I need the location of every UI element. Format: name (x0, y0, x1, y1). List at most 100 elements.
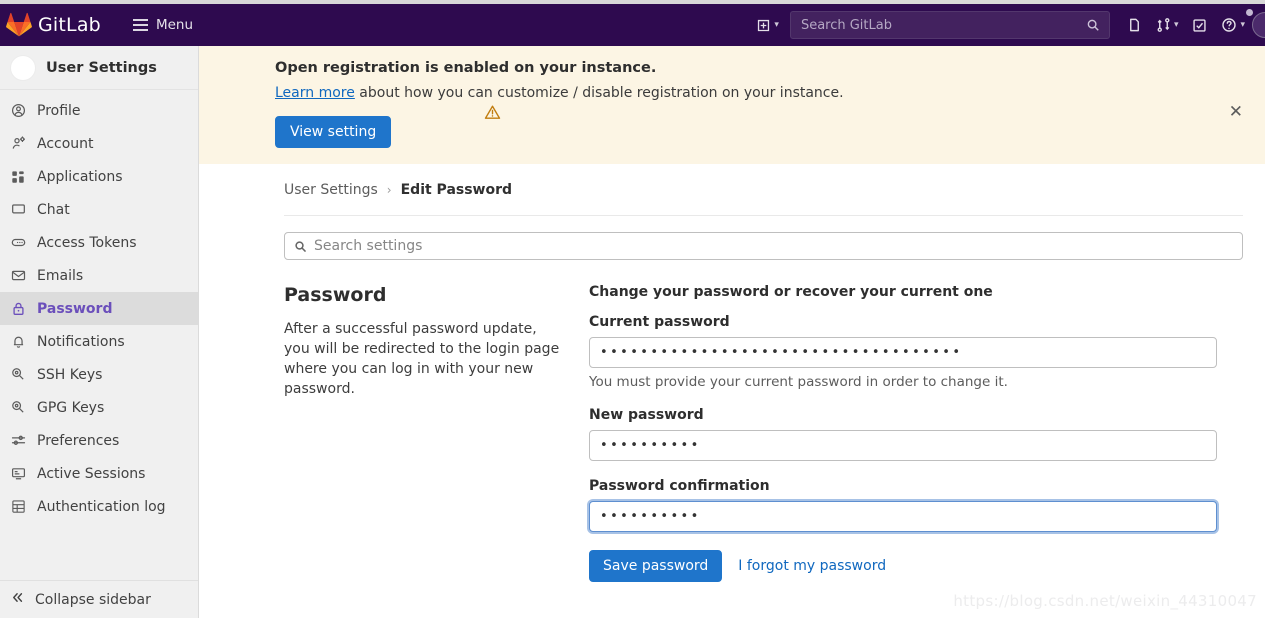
password-confirmation-label: Password confirmation (589, 478, 770, 494)
global-search-box[interactable] (789, 11, 1110, 39)
sidebar-item-access-tokens[interactable]: Access Tokens (0, 226, 198, 259)
sidebar-avatar (10, 54, 36, 81)
alert-title: Open registration is enabled on your ins… (275, 60, 657, 76)
account-gear-icon (10, 136, 26, 152)
breadcrumb-separator-icon: › (386, 183, 392, 197)
collapse-sidebar-label: Collapse sidebar (35, 591, 151, 608)
password-confirmation-input[interactable]: •••••••••• (589, 501, 1217, 532)
close-icon[interactable]: ✕ (1229, 104, 1243, 121)
sidebar-item-label: Active Sessions (37, 465, 146, 482)
bell-icon (10, 334, 26, 350)
sidebar-item-chat[interactable]: Chat (0, 193, 198, 226)
sidebar-item-label: Password (37, 300, 113, 317)
password-settings-section: Password After a successful password upd… (284, 284, 1243, 582)
chevron-down-icon: ▾ (1173, 19, 1179, 30)
merge-requests-button[interactable]: ▾ (1149, 10, 1186, 40)
settings-search-box[interactable] (284, 232, 1243, 260)
chevron-double-left-icon (10, 590, 25, 609)
sidebar-item-active-sessions[interactable]: Active Sessions (0, 457, 198, 490)
token-icon (10, 235, 26, 251)
sidebar-item-label: Authentication log (37, 498, 166, 515)
sidebar-title: User Settings (46, 59, 157, 76)
chevron-down-icon: ▾ (1240, 19, 1245, 30)
sidebar-item-emails[interactable]: Emails (0, 259, 198, 292)
forgot-password-link[interactable]: I forgot my password (738, 558, 886, 574)
new-password-field-block: New password •••••••••• (589, 407, 1219, 461)
section-description: After a successful password update, you … (284, 321, 560, 398)
help-button[interactable]: ▾ (1214, 9, 1253, 40)
sidebar-item-label: SSH Keys (37, 366, 103, 383)
open-registration-alert: Open registration is enabled on your ins… (199, 46, 1265, 164)
search-icon (294, 240, 307, 253)
sidebar-item-label: Chat (37, 201, 70, 218)
current-password-input[interactable]: •••••••••••••••••••••••••••••••••••• (589, 337, 1217, 368)
section-description-panel: Password After a successful password upd… (284, 284, 589, 582)
collapse-sidebar-button[interactable]: Collapse sidebar (0, 580, 198, 618)
sidebar-item-ssh-keys[interactable]: SSH Keys (0, 358, 198, 391)
global-search-input[interactable] (790, 17, 1086, 33)
profile-icon (10, 103, 26, 119)
sidebar-header: User Settings (0, 46, 198, 90)
settings-search-input[interactable] (314, 238, 1233, 254)
sidebar-item-notifications[interactable]: Notifications (0, 325, 198, 358)
hamburger-icon (132, 19, 148, 31)
gitlab-page: GitLab Menu ▾ Search GitLab ▾ ▾ User Set… (0, 0, 1265, 618)
breadcrumb-current: Edit Password (400, 182, 513, 198)
navbar-right: ▾ ▾ (749, 4, 1265, 46)
navbar-left: GitLab Menu (0, 12, 199, 38)
password-confirmation-field-block: Password confirmation •••••••••• (589, 478, 1219, 532)
main-menu-button[interactable]: Menu (127, 12, 199, 38)
key-icon (10, 400, 26, 416)
form-lead-text: Change your password or recover your cur… (589, 284, 993, 300)
form-actions: Save password I forgot my password (589, 550, 1219, 582)
gitlab-wordmark[interactable]: GitLab (38, 14, 101, 36)
envelope-icon (10, 268, 26, 284)
breadcrumb: User Settings › Edit Password (284, 182, 1243, 216)
create-new-button[interactable]: ▾ (749, 10, 786, 40)
menu-label: Menu (155, 17, 194, 33)
sidebar-items: Profile Account Applications Chat Access… (0, 90, 198, 580)
top-navbar: GitLab Menu ▾ Search GitLab ▾ ▾ (0, 4, 1265, 46)
view-setting-button[interactable]: View setting (275, 116, 392, 148)
sidebar-item-label: Access Tokens (37, 234, 137, 251)
sidebar-item-authentication-log[interactable]: Authentication log (0, 490, 198, 523)
log-table-icon (10, 499, 26, 515)
sidebar-item-account[interactable]: Account (0, 127, 198, 160)
page-title: Password (284, 284, 387, 306)
save-password-button[interactable]: Save password (589, 550, 723, 582)
main-content: User Settings › Edit Password Password A… (199, 164, 1265, 618)
alert-description: Learn more about how you can customize /… (275, 85, 1245, 101)
settings-sidebar: User Settings Profile Account Applicatio… (0, 46, 199, 618)
key-icon (10, 367, 26, 383)
chat-icon (10, 202, 26, 218)
sidebar-item-label: Profile (37, 102, 81, 119)
current-password-field-block: Current password •••••••••••••••••••••••… (589, 314, 1219, 390)
sidebar-item-profile[interactable]: Profile (0, 94, 198, 127)
sidebar-item-applications[interactable]: Applications (0, 160, 198, 193)
sidebar-item-label: Notifications (37, 333, 125, 350)
search-icon (1086, 18, 1100, 32)
current-password-hint: You must provide your current password i… (589, 374, 1008, 390)
new-password-label: New password (589, 407, 704, 423)
password-form: Change your password or recover your cur… (589, 284, 1219, 582)
help-notification-dot (1246, 9, 1253, 16)
issues-button[interactable] (1120, 10, 1149, 40)
current-password-label: Current password (589, 314, 730, 330)
new-password-input[interactable]: •••••••••• (589, 430, 1217, 461)
lock-icon (10, 301, 26, 317)
sidebar-item-label: GPG Keys (37, 399, 105, 416)
chevron-down-icon: ▾ (774, 19, 779, 30)
sidebar-item-preferences[interactable]: Preferences (0, 424, 198, 457)
alert-description-text: about how you can customize / disable re… (354, 85, 844, 101)
sidebar-item-label: Account (37, 135, 94, 152)
user-avatar[interactable] (1252, 12, 1265, 38)
monitor-icon (10, 466, 26, 482)
sidebar-item-password[interactable]: Password (0, 292, 198, 325)
sidebar-item-label: Applications (37, 168, 123, 185)
learn-more-link[interactable]: Learn more (275, 85, 355, 101)
gitlab-logo-icon[interactable] (6, 12, 32, 38)
applications-icon (10, 169, 26, 185)
todos-button[interactable] (1185, 10, 1214, 40)
sidebar-item-gpg-keys[interactable]: GPG Keys (0, 391, 198, 424)
breadcrumb-root[interactable]: User Settings (284, 182, 378, 198)
